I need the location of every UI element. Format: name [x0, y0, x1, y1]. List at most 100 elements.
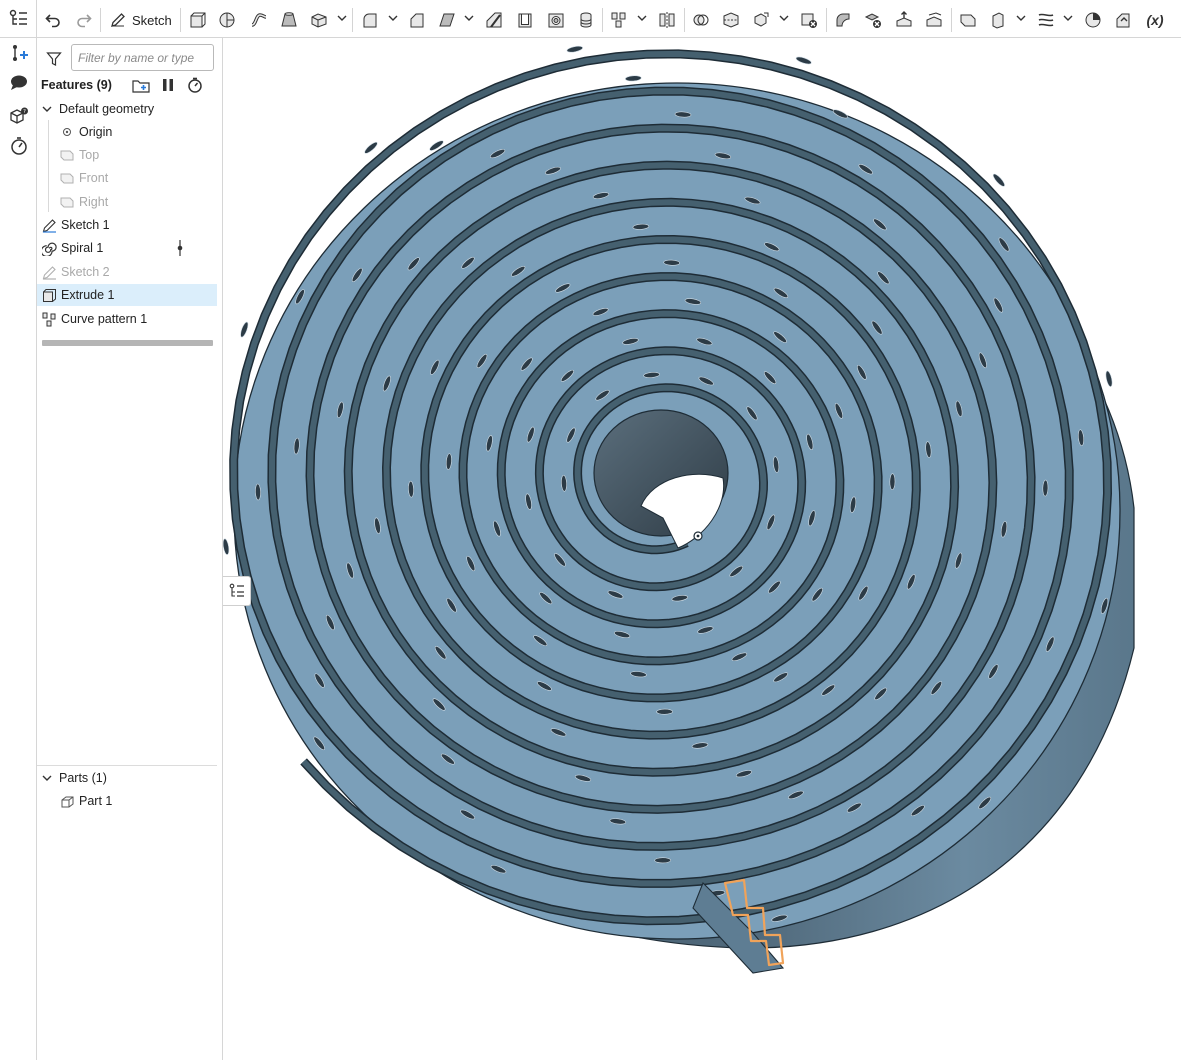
- toolbar-separator: [951, 8, 952, 32]
- chevron-down-icon[interactable]: [464, 14, 474, 22]
- modify-fillet-icon[interactable]: [832, 9, 854, 31]
- slot-hole: [654, 857, 671, 864]
- tree-item-plane-top[interactable]: Top: [37, 144, 217, 166]
- plane-icon: [59, 147, 75, 163]
- tree-item-extrude-1[interactable]: Extrude 1: [37, 284, 217, 306]
- slot-hole: [240, 321, 249, 338]
- chevron-down-icon[interactable]: [637, 14, 647, 22]
- extrude-icon[interactable]: [186, 9, 208, 31]
- rollback-timer-icon[interactable]: [186, 76, 204, 94]
- model-body[interactable]: [223, 45, 1135, 974]
- move-face-icon[interactable]: [893, 9, 915, 31]
- slot-hole: [625, 75, 642, 82]
- rollback-bar-icon[interactable]: [176, 240, 184, 259]
- svg-text:?: ?: [23, 109, 26, 115]
- origin-icon: [59, 124, 75, 140]
- plane-icon[interactable]: [957, 9, 979, 31]
- chevron-down-icon[interactable]: [40, 771, 54, 785]
- chamfer-icon[interactable]: [406, 9, 428, 31]
- tree-item-parts[interactable]: Parts (1): [37, 767, 217, 789]
- pattern-icon[interactable]: [608, 9, 630, 31]
- feature-label: Sketch 2: [61, 265, 110, 279]
- loft-icon[interactable]: [278, 9, 300, 31]
- spiral-part-model[interactable]: [223, 38, 1181, 1060]
- panel-scrollbar[interactable]: [42, 340, 213, 346]
- replace-face-icon[interactable]: [923, 9, 945, 31]
- revolve-icon[interactable]: [216, 9, 238, 31]
- tree-item-sketch-2[interactable]: Sketch 2: [37, 261, 217, 283]
- graphics-viewport[interactable]: [223, 38, 1181, 1060]
- chevron-down-icon[interactable]: [1016, 14, 1026, 22]
- feature-label: Sketch 1: [61, 218, 110, 232]
- panel-toggle-button[interactable]: [223, 576, 251, 606]
- measure-icon[interactable]: [1082, 9, 1104, 31]
- wrap-icon[interactable]: [1035, 9, 1057, 31]
- pause-icon[interactable]: [159, 76, 177, 94]
- add-folder-icon[interactable]: [132, 76, 150, 94]
- plane-label: Top: [79, 148, 100, 162]
- mirror-icon[interactable]: [656, 9, 678, 31]
- fillet-icon[interactable]: [359, 9, 381, 31]
- rib-icon[interactable]: [483, 9, 505, 31]
- slot-hole: [1042, 479, 1049, 497]
- chevron-down-icon[interactable]: [40, 102, 54, 116]
- thicken-icon[interactable]: [308, 9, 330, 31]
- split-icon[interactable]: [720, 9, 742, 31]
- part-label: Part 1: [79, 794, 113, 808]
- helix-icon[interactable]: [575, 9, 597, 31]
- filter-icon[interactable]: [46, 51, 62, 67]
- chevron-down-icon[interactable]: [1063, 14, 1073, 22]
- mate-connector-icon[interactable]: [987, 9, 1009, 31]
- plane-icon: [59, 194, 75, 210]
- toolbar-separator: [100, 8, 101, 32]
- tree-item-plane-right[interactable]: Right: [37, 191, 217, 213]
- hole-icon[interactable]: [545, 9, 567, 31]
- rail-top: [0, 0, 37, 38]
- tree-item-part-1[interactable]: Part 1: [37, 790, 217, 812]
- custom-feature-icon[interactable]: [1112, 9, 1134, 31]
- sketch-icon: [41, 217, 57, 233]
- sketch-button[interactable]: Sketch: [106, 7, 174, 33]
- slot-hole: [566, 45, 583, 53]
- comments-icon[interactable]: [9, 73, 29, 93]
- timer-icon[interactable]: [9, 136, 29, 156]
- tree-item-curve-pattern-1[interactable]: Curve pattern 1: [37, 308, 217, 330]
- chevron-down-icon[interactable]: [337, 14, 347, 22]
- plane-label: Front: [79, 171, 109, 185]
- extrude-icon: [41, 287, 57, 303]
- plane-label: Right: [79, 195, 109, 209]
- sweep-icon[interactable]: [248, 9, 270, 31]
- tree-item-origin[interactable]: Origin: [37, 121, 217, 143]
- spiral-icon: [41, 240, 57, 256]
- slot-hole: [992, 173, 1005, 187]
- slot-hole: [795, 56, 812, 65]
- shell-icon[interactable]: [514, 9, 536, 31]
- chevron-down-icon[interactable]: [388, 14, 398, 22]
- features-title: Features (9): [41, 78, 112, 92]
- boolean-icon[interactable]: [690, 9, 712, 31]
- delete-face-icon[interactable]: [862, 9, 884, 31]
- redo-icon[interactable]: [73, 9, 95, 31]
- tree-item-sketch-1[interactable]: Sketch 1: [37, 214, 217, 236]
- variable-icon[interactable]: (x): [1141, 9, 1169, 31]
- tree-item-plane-front[interactable]: Front: [37, 167, 217, 189]
- tree-item-default-geometry[interactable]: Default geometry: [37, 98, 217, 120]
- slot-hole: [663, 259, 680, 266]
- curve-pattern-icon: [41, 311, 57, 327]
- toolbar-separator: [826, 8, 827, 32]
- undo-icon[interactable]: [42, 9, 64, 31]
- feature-panel: Features (9) Default geometry Origin Top…: [37, 38, 223, 1060]
- draft-icon[interactable]: [436, 9, 458, 31]
- chevron-down-icon[interactable]: [779, 14, 789, 22]
- parts-icon[interactable]: ?: [9, 106, 29, 126]
- toolbar-separator: [352, 8, 353, 32]
- filter-input[interactable]: [71, 44, 214, 71]
- add-feature-icon[interactable]: [9, 43, 29, 63]
- delete-part-icon[interactable]: [798, 9, 820, 31]
- tree-item-spiral-1[interactable]: Spiral 1: [37, 237, 217, 259]
- feature-list-icon[interactable]: [9, 9, 29, 29]
- transform-icon[interactable]: [750, 9, 772, 31]
- toolbar-separator: [602, 8, 603, 32]
- slot-hole: [255, 483, 261, 501]
- parts-divider: [37, 765, 217, 766]
